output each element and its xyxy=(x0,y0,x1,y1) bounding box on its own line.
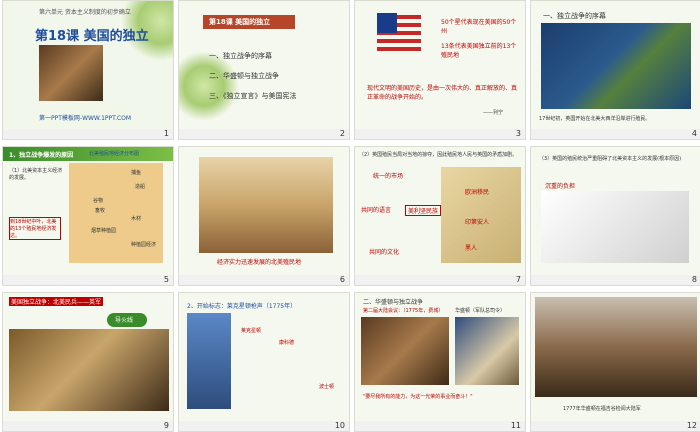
slide-number: 12 xyxy=(686,421,697,430)
map-title: 北美殖民地经济分布图 xyxy=(89,151,140,157)
colony-map-image xyxy=(69,163,163,263)
map-label-1: 欧洲移民 xyxy=(465,189,490,196)
slide-thumbnail-3[interactable]: 50个星代表现在美国的50个州 13条代表美国独立前的13个殖民地 现代文明的美… xyxy=(354,0,526,140)
map-label-2: 波士顿 xyxy=(319,384,335,390)
point-text: （3）英国的殖民统治严重阻碍了北美资本主义的发展(根本原因) xyxy=(539,156,682,162)
slide-number: 3 xyxy=(515,129,521,138)
us-flag-image xyxy=(377,13,421,51)
slide-number: 9 xyxy=(163,421,169,430)
slide-number: 2 xyxy=(339,129,345,138)
map-label-3: 谷物 xyxy=(93,198,104,204)
quote-author: ——列宁 xyxy=(483,110,504,116)
badge-text: 导火线 xyxy=(115,317,134,324)
cartoon-image xyxy=(541,191,689,263)
outline-item-1: 一、独立战争的序幕 xyxy=(209,52,272,60)
caption-text: 1777年华盛顿在福吉谷检阅大陆军 xyxy=(563,406,641,412)
quote-text: "要尽我所有的能力，为这一光荣的事业而奋斗！" xyxy=(363,394,473,400)
slide-number: 11 xyxy=(510,421,521,430)
flag-text-1: 50个星代表现在美国的50个州 xyxy=(441,19,517,35)
congress-painting xyxy=(361,317,449,385)
slide-thumbnail-11[interactable]: 二、华盛顿与独立战争 第二届大陆会议：（1775年，费城） 华盛顿（军队总司令）… xyxy=(354,292,526,432)
slide-number: 4 xyxy=(691,129,697,138)
person-text: 华盛顿（军队总司令） xyxy=(455,308,506,314)
point-text: （1）北美资本主义经济的发展。 xyxy=(9,168,63,181)
outline-item-2: 二、华盛顿与独立战争 xyxy=(209,72,279,80)
footer-text: 第一PPT模板网-WWW.1PPT.COM xyxy=(39,115,132,122)
diagram-label-3: 美利坚民族 xyxy=(405,205,442,216)
flag-text-2: 13条代表美国独立前的13个殖民地 xyxy=(441,43,517,59)
colony-engraving-image xyxy=(199,157,333,253)
map-label-1: 莱克星顿 xyxy=(241,328,262,334)
slide-thumbnail-9[interactable]: 美国独立战争：北美民兵——英军 导火线 9 xyxy=(2,292,174,432)
quote-text: 现代文明的美国历史，是由一次伟大的、真正解放的、真正革命的战争开始的。 xyxy=(367,85,518,101)
map-label-3: 黑人 xyxy=(465,245,478,252)
valley-forge-painting xyxy=(535,297,697,397)
caption-text: 经济实力迅速发展的北美殖民地 xyxy=(217,259,302,266)
slide-header: 1、独立战争爆发的原因 xyxy=(9,152,74,159)
caption-text: 17世纪初，英国开始在北美大西洋沿岸进行殖民。 xyxy=(539,116,651,122)
flower-decoration xyxy=(179,51,239,121)
slide-number: 10 xyxy=(334,421,345,430)
slide-header: 第18课 美国的独立 xyxy=(209,18,271,26)
outline-item-3: 三、《独立宣言》与美国宪法 xyxy=(209,92,297,100)
note-text: 到18世纪中叶，北美的13个殖民地经济发达。 xyxy=(9,217,61,240)
slide-thumbnail-6[interactable]: 经济实力迅速发展的北美殖民地 6 xyxy=(178,146,350,286)
map-label-4: 畜牧 xyxy=(95,208,106,214)
us-map-image xyxy=(441,167,521,263)
slide-sorter-grid: 第六单元 资本主义制度的初步确立 第18课 美国的独立 第一PPT模板网-WWW… xyxy=(0,0,700,432)
slide-thumbnail-4[interactable]: 一、独立战争的序幕 17世纪初，英国开始在北美大西洋沿岸进行殖民。 4 xyxy=(530,0,700,140)
map-label-6: 烟草种植园 xyxy=(91,228,117,234)
intro-text: （2）英国殖民当局对当地的掠夺，因此殖民地人民与英国的矛盾加剧。 xyxy=(359,152,518,158)
slide-thumbnail-1[interactable]: 第六单元 资本主义制度的初步确立 第18课 美国的独立 第一PPT模板网-WWW… xyxy=(2,0,174,140)
slide-thumbnail-2[interactable]: 第18课 美国的独立 一、独立战争的序幕 二、华盛顿与独立战争 三、《独立宣言》… xyxy=(178,0,350,140)
slide-number: 8 xyxy=(691,275,697,284)
diagram-label-2: 共同的语言 xyxy=(361,207,392,214)
heading-text: 美国独立战争：北美民兵——英军 xyxy=(9,297,104,306)
slide-number: 1 xyxy=(163,129,169,138)
slide-number: 6 xyxy=(339,275,345,284)
cartoon-title: 沉重的负担 xyxy=(545,183,576,190)
map-label-1: 捕鱼 xyxy=(131,170,142,176)
map-label-2: 印第安人 xyxy=(465,219,490,226)
slide-header: 一、独立战争的序幕 xyxy=(543,12,606,20)
slide-thumbnail-10[interactable]: 2、开始标志：莱克星顿枪声（1775年） 莱克星顿 波士顿 康科德 10 xyxy=(178,292,350,432)
slide-title: 第18课 美国的独立 xyxy=(35,29,149,44)
slide-number: 7 xyxy=(515,275,521,284)
diagram-label-1: 统一的市场 xyxy=(373,173,404,180)
tea-party-image xyxy=(9,329,169,411)
slide-thumbnail-8[interactable]: （3）英国的殖民统治严重阻碍了北美资本主义的发展(根本原因) 沉重的负担 8 xyxy=(530,146,700,286)
statue-image xyxy=(187,313,231,409)
slide-header: 2、开始标志：莱克星顿枪声（1775年） xyxy=(187,303,297,310)
washington-portrait xyxy=(455,317,519,385)
unit-text: 第六单元 资本主义制度的初步确立 xyxy=(39,9,131,16)
map-label-2: 造船 xyxy=(135,184,146,190)
painting-image xyxy=(39,45,103,101)
slide-header: 二、华盛顿与独立战争 xyxy=(363,299,424,306)
sub-text: 第二届大陆会议：（1775年，费城） xyxy=(363,308,444,314)
map-label-3: 康科德 xyxy=(279,340,295,346)
slide-thumbnail-12[interactable]: 1777年华盛顿在福吉谷检阅大陆军 12 xyxy=(530,292,700,432)
diagram-label-4: 共同的文化 xyxy=(369,249,400,256)
slide-thumbnail-7[interactable]: （2）英国殖民当局对当地的掠夺，因此殖民地人民与英国的矛盾加剧。 统一的市场 共… xyxy=(354,146,526,286)
slide-thumbnail-5[interactable]: 1、独立战争爆发的原因 北美殖民地经济分布图 （1）北美资本主义经济的发展。 捕… xyxy=(2,146,174,286)
atlantic-map-image xyxy=(541,23,691,109)
map-label-7: 种植园经济 xyxy=(131,242,157,248)
map-label-5: 木材 xyxy=(131,216,142,222)
slide-number: 5 xyxy=(163,275,169,284)
